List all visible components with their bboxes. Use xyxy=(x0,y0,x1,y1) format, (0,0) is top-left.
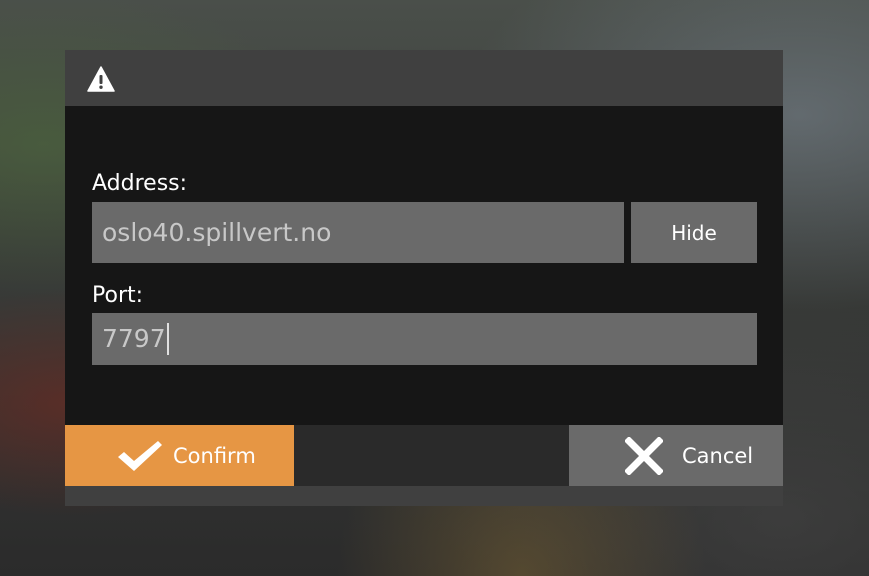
cancel-button-label: Cancel xyxy=(682,443,754,468)
dialog-button-bar: Confirm Cancel xyxy=(65,425,783,486)
dialog-titlebar xyxy=(65,50,783,106)
confirm-button-label: Confirm xyxy=(173,443,256,468)
checkmark-icon xyxy=(118,440,162,471)
text-caret xyxy=(166,323,169,355)
confirm-button[interactable]: Confirm xyxy=(65,425,294,486)
hide-address-button[interactable]: Hide xyxy=(631,202,757,263)
dialog-footer xyxy=(65,486,783,506)
close-icon xyxy=(625,436,663,475)
hide-button-label: Hide xyxy=(671,220,717,245)
address-input[interactable]: oslo40.spillvert.no xyxy=(92,202,624,263)
port-input-value: 7797 xyxy=(102,324,166,353)
server-address-dialog: Address: oslo40.spillvert.no Hide Port: … xyxy=(65,50,783,506)
port-label: Port: xyxy=(92,283,144,308)
warning-icon xyxy=(87,66,115,92)
address-input-value: oslo40.spillvert.no xyxy=(102,217,332,247)
cancel-button[interactable]: Cancel xyxy=(569,425,783,486)
address-label: Address: xyxy=(92,171,188,196)
port-input[interactable]: 7797 xyxy=(92,313,757,365)
